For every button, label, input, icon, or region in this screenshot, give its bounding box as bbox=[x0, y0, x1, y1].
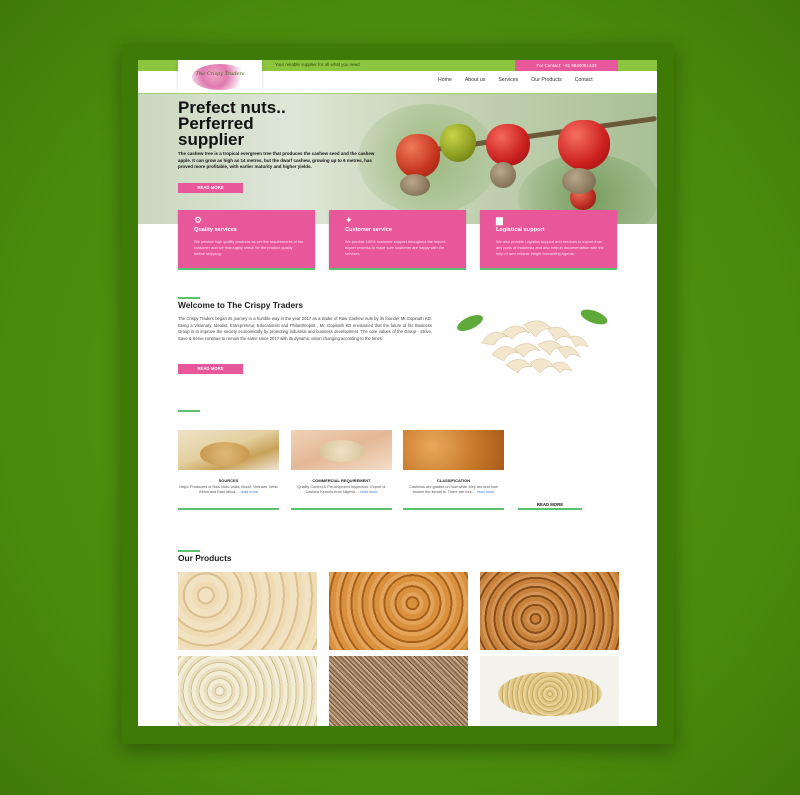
cashew-bits-pile bbox=[498, 672, 602, 716]
products-title: Our Products bbox=[178, 553, 232, 563]
service-text: We provide 100% customer support through… bbox=[345, 239, 447, 256]
feature-text: Cashews are graded on how white they are… bbox=[403, 485, 504, 495]
feature-text: Quality Control & Pre-shipment Inspectio… bbox=[291, 485, 392, 495]
service-card-underline bbox=[329, 268, 466, 270]
service-card-underline bbox=[178, 268, 315, 270]
contact-phone-badge[interactable]: For Contact: +91 9840051443 bbox=[515, 60, 618, 71]
commercial-image bbox=[291, 430, 392, 470]
classification-image bbox=[403, 430, 504, 470]
service-card-quality[interactable]: ⚙ Quality services We provide high quali… bbox=[178, 210, 315, 270]
service-card-underline bbox=[480, 268, 617, 270]
feature-underline bbox=[403, 508, 504, 510]
nut-bag bbox=[200, 442, 250, 466]
feature-title: SOURCES bbox=[218, 478, 239, 483]
cashew-nut bbox=[400, 174, 430, 196]
hero-title: Prefect nuts.. Perferred supplier bbox=[178, 99, 286, 149]
cashew-apple bbox=[440, 124, 476, 162]
hero-title-line-3: supplier bbox=[178, 130, 245, 149]
product-roasted-cashews[interactable] bbox=[329, 572, 468, 650]
website-page: Your reliable supplier for all what you … bbox=[138, 60, 657, 726]
product-split-cashews[interactable] bbox=[480, 572, 619, 650]
service-title: Customer service bbox=[345, 227, 392, 233]
truck-icon: ▆ bbox=[496, 215, 503, 225]
feature-underline bbox=[518, 508, 582, 510]
welcome-read-more-button[interactable]: READ MORE bbox=[178, 364, 243, 374]
cashew-apple bbox=[396, 134, 440, 178]
products-accent-line bbox=[178, 550, 200, 552]
welcome-title: Welcome to The Crispy Traders bbox=[178, 300, 304, 310]
welcome-accent-line bbox=[178, 297, 200, 299]
feature-underline bbox=[178, 508, 279, 510]
main-nav: Home About us Services Our Products Cont… bbox=[438, 77, 606, 87]
cashew-apple bbox=[486, 124, 530, 166]
feature-text: Major Producers of Raw Nuts: India, Braz… bbox=[178, 485, 279, 495]
feature-text-body: Major Producers of Raw Nuts: India, Braz… bbox=[179, 485, 278, 494]
hero-text: The cashew tree is a tropical evergreen … bbox=[178, 151, 375, 169]
feature-underline bbox=[291, 508, 392, 510]
read-more-link[interactable]: read more bbox=[360, 490, 377, 494]
features-read-more-button[interactable]: READ MORE bbox=[518, 502, 582, 507]
nav-about-us[interactable]: About us bbox=[465, 77, 485, 87]
service-text: We also provide Logistics support and se… bbox=[496, 239, 604, 256]
gears-icon: ⚙ bbox=[194, 215, 203, 225]
product-cashew-pieces[interactable] bbox=[178, 656, 317, 726]
nav-home[interactable]: Home bbox=[438, 77, 452, 87]
service-card-logistics[interactable]: ▆ Logistical support We also provide Log… bbox=[480, 210, 617, 270]
feature-title: CLASSIFICATION bbox=[436, 478, 471, 483]
hero-read-more-button[interactable]: READ MORE bbox=[178, 183, 243, 193]
service-title: Quality services bbox=[194, 227, 237, 233]
hero-banner: Prefect nuts.. Perferred supplier The ca… bbox=[138, 94, 657, 224]
cashew-nut bbox=[562, 168, 596, 194]
handshake-icon: ✦ bbox=[345, 215, 353, 225]
sources-image bbox=[178, 430, 279, 470]
service-text: We provide high quality products as per … bbox=[194, 239, 304, 256]
service-card-customer[interactable]: ✦ Customer service We provide 100% custo… bbox=[329, 210, 466, 270]
logo[interactable]: The Crispy Traders bbox=[178, 60, 262, 94]
product-cashew-bits[interactable] bbox=[480, 656, 619, 726]
logo-splash bbox=[192, 64, 248, 90]
logo-text: The Crispy Traders bbox=[195, 71, 245, 77]
nav-services[interactable]: Services bbox=[498, 77, 518, 87]
product-whole-cashews[interactable] bbox=[178, 572, 317, 650]
cashew-pile-image bbox=[457, 309, 608, 373]
nav-our-products[interactable]: Our Products bbox=[531, 77, 562, 87]
read-more-link[interactable]: read more bbox=[477, 490, 494, 494]
welcome-text: The Crispy Traders began its journey in … bbox=[178, 316, 432, 341]
feature-title: COMMERCIAL REQUIREMENT bbox=[312, 478, 371, 483]
nav-contact[interactable]: Contact bbox=[575, 77, 593, 87]
read-more-link[interactable]: read more bbox=[241, 490, 258, 494]
nuts-in-hands bbox=[319, 440, 365, 462]
cashew-nut bbox=[490, 162, 516, 188]
tagline: Your reliable supplier for all what you … bbox=[275, 62, 360, 67]
product-raw-cashew-nuts[interactable] bbox=[329, 656, 468, 726]
cashew-apple bbox=[558, 120, 610, 170]
service-title: Logistical support bbox=[496, 227, 545, 233]
features-accent-line bbox=[178, 410, 200, 412]
